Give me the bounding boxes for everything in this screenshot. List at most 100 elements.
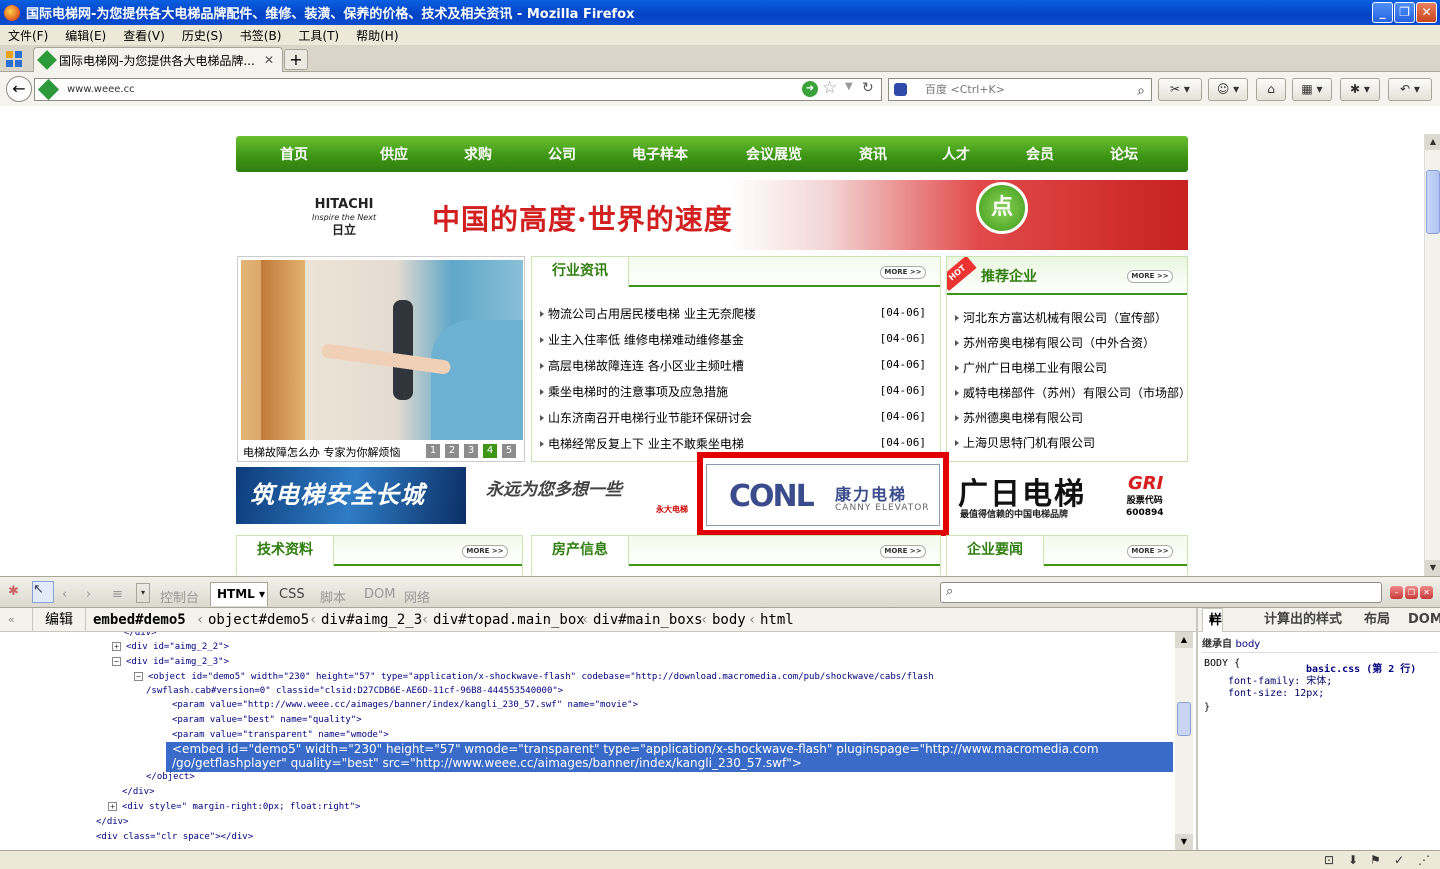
- source-line[interactable]: </object>: [146, 770, 195, 785]
- breadcrumb-item[interactable]: html: [760, 608, 794, 631]
- command-line-icon[interactable]: ≡: [112, 587, 123, 602]
- source-line[interactable]: <param value="best" name="quality">: [172, 713, 362, 728]
- tab-css[interactable]: CSS: [279, 587, 305, 602]
- apps-button[interactable]: ▦ ▾: [1292, 78, 1332, 101]
- firebug-minimize-icon[interactable]: –: [1390, 586, 1403, 599]
- firebug-close-icon[interactable]: ✕: [1420, 586, 1433, 599]
- nav-members[interactable]: 会员: [998, 144, 1082, 164]
- menu-edit[interactable]: 编辑(E): [57, 27, 115, 44]
- tab-close-icon[interactable]: ✕: [264, 53, 274, 67]
- selected-node[interactable]: <embed id="demo5" width="230" height="57…: [166, 742, 1173, 772]
- nav-supply[interactable]: 供应: [352, 144, 436, 164]
- company-item[interactable]: 广州广日电梯工业有限公司: [955, 359, 1107, 376]
- company-item[interactable]: 苏州帝奥电梯有限公司（中外合资）: [955, 334, 1155, 351]
- panel-dropdown-icon[interactable]: ▾: [136, 583, 150, 603]
- minimize-button[interactable]: _: [1372, 2, 1393, 23]
- css-property[interactable]: font-size: 12px;: [1228, 688, 1324, 699]
- nav-forum[interactable]: 论坛: [1082, 144, 1166, 164]
- company-item[interactable]: 威特电梯部件（苏州）有限公司（市场部）: [955, 384, 1187, 401]
- close-button[interactable]: ✕: [1416, 2, 1437, 23]
- side-tab-dom[interactable]: DOM: [1408, 608, 1440, 632]
- slide-page-3[interactable]: 3: [464, 444, 478, 458]
- edit-button[interactable]: 编辑: [32, 608, 86, 631]
- nav-catalog[interactable]: 电子样本: [604, 144, 716, 164]
- search-icon[interactable]: ⌕: [1137, 81, 1145, 102]
- collapse-node-icon[interactable]: −: [134, 672, 143, 681]
- side-tab-style[interactable]: 样式 ▾: [1202, 608, 1223, 652]
- menu-file[interactable]: 文件(F): [0, 27, 57, 44]
- source-line[interactable]: <div class="clr space"></div>: [96, 830, 253, 845]
- firebug-menu-icon[interactable]: ✱: [8, 584, 19, 599]
- tab-active[interactable]: 国际电梯网-为您提供各大电梯品牌... ✕: [33, 47, 283, 72]
- tab-net[interactable]: 网络: [404, 587, 430, 606]
- screenshot-tool-button[interactable]: ✂ ▾: [1158, 78, 1202, 101]
- breadcrumb-item[interactable]: object#demo5: [208, 608, 309, 631]
- scroll-up-icon[interactable]: ▲: [1175, 632, 1193, 648]
- tab-groups-icon[interactable]: [4, 50, 24, 68]
- bookmark-star-icon[interactable]: ☆: [822, 78, 837, 98]
- scroll-thumb[interactable]: [1426, 170, 1440, 234]
- check-icon[interactable]: ✓: [1394, 853, 1404, 867]
- news-more-button[interactable]: MORE >>: [880, 266, 926, 279]
- back-button[interactable]: ←: [6, 76, 32, 102]
- news-item[interactable]: 山东济南召开电梯行业节能环保研讨会: [540, 409, 752, 426]
- slide-page-2[interactable]: 2: [445, 444, 459, 458]
- source-line[interactable]: <param value="transparent" name="wmode">: [172, 728, 389, 743]
- inspect-element-icon[interactable]: ↖: [32, 581, 54, 603]
- tab-html[interactable]: HTML ▾: [210, 582, 268, 606]
- nav-purchase[interactable]: 求购: [436, 144, 520, 164]
- realestate-more-button[interactable]: MORE >>: [880, 545, 926, 558]
- tab-dom[interactable]: DOM: [364, 587, 395, 602]
- home-button[interactable]: ⌂: [1256, 78, 1286, 101]
- flag-icon[interactable]: ⚑: [1370, 853, 1381, 867]
- news-item[interactable]: 电梯经常反复上下 业主不敢乘坐电梯: [540, 435, 744, 452]
- breadcrumb-item[interactable]: div#main_boxs: [593, 608, 703, 631]
- slide-page-4[interactable]: 4: [483, 444, 497, 458]
- scroll-down-icon[interactable]: ▼: [1175, 834, 1193, 850]
- kangli-ad-banner[interactable]: CONL 康力电梯 CANNY ELEVATOR: [706, 464, 940, 526]
- history-dropdown-icon[interactable]: ▼: [845, 81, 853, 92]
- source-line[interactable]: + <div style=" margin-right:0px; float:ri…: [108, 800, 360, 815]
- tab-script[interactable]: 脚本: [320, 587, 346, 606]
- back-arrow-icon[interactable]: ‹: [62, 587, 67, 602]
- baidu-engine-icon[interactable]: [894, 83, 907, 96]
- company-item[interactable]: 上海贝思特门机有限公司: [955, 434, 1095, 451]
- expand-node-icon[interactable]: +: [108, 802, 117, 811]
- firebug-button[interactable]: ✱ ▾: [1340, 78, 1380, 101]
- breadcrumb-item[interactable]: body: [712, 608, 746, 631]
- breadcrumb-item[interactable]: div#topad.main_box: [433, 608, 585, 631]
- nav-exhibition[interactable]: 会议展览: [716, 144, 832, 164]
- source-line[interactable]: − <div id="aimg_2_3">: [112, 655, 229, 670]
- menu-tools[interactable]: 工具(T): [290, 27, 348, 44]
- nav-jobs[interactable]: 人才: [914, 144, 998, 164]
- yungtay-ad-banner[interactable]: 永远为您多想一些 永大电梯: [466, 467, 700, 524]
- side-tab-computed[interactable]: 计算出的样式: [1264, 608, 1342, 632]
- firebug-search-input[interactable]: ⌕: [940, 582, 1382, 603]
- source-line[interactable]: </div>: [122, 785, 155, 800]
- scroll-up-icon[interactable]: ▲: [1425, 134, 1440, 150]
- menu-view[interactable]: 查看(V): [115, 27, 174, 44]
- source-line[interactable]: <param value="http://www.weee.cc/aimages…: [172, 698, 638, 713]
- menu-history[interactable]: 历史(S): [174, 27, 232, 44]
- go-icon[interactable]: ➜: [802, 81, 818, 97]
- news-item[interactable]: 物流公司占用居民楼电梯 业主无奈爬楼: [540, 305, 756, 322]
- share-button[interactable]: ↶ ▾: [1388, 78, 1432, 101]
- news-item[interactable]: 乘坐电梯时的注意事项及应急措施: [540, 383, 728, 400]
- company-item[interactable]: 苏州德奥电梯有限公司: [955, 409, 1083, 426]
- slideshow-image[interactable]: [241, 260, 523, 440]
- companies-more-button[interactable]: MORE >>: [1127, 270, 1173, 283]
- nav-news[interactable]: 资讯: [832, 144, 914, 164]
- source-line[interactable]: + <div id="aimg_2_2">: [112, 640, 229, 655]
- nav-company[interactable]: 公司: [520, 144, 604, 164]
- menu-help[interactable]: 帮助(H): [348, 27, 407, 44]
- guangri-ad-banner[interactable]: 广日电梯 最值得信赖的中国电梯品牌 GRI 股票代码 600894: [950, 467, 1188, 524]
- menu-bookmarks[interactable]: 书签(B): [232, 27, 291, 44]
- slide-page-1[interactable]: 1: [426, 444, 440, 458]
- expand-node-icon[interactable]: +: [112, 642, 121, 651]
- addon-button[interactable]: ☺ ▾: [1208, 78, 1248, 101]
- download-icon[interactable]: ⬇: [1348, 853, 1358, 867]
- search-bar[interactable]: 百度 <Ctrl+K> ⌕: [888, 78, 1152, 101]
- maximize-button[interactable]: ❐: [1394, 2, 1415, 23]
- corporate-news-more-button[interactable]: MORE >>: [1127, 545, 1173, 558]
- news-item[interactable]: 业主入住率低 维修电梯难动维修基金: [540, 331, 744, 348]
